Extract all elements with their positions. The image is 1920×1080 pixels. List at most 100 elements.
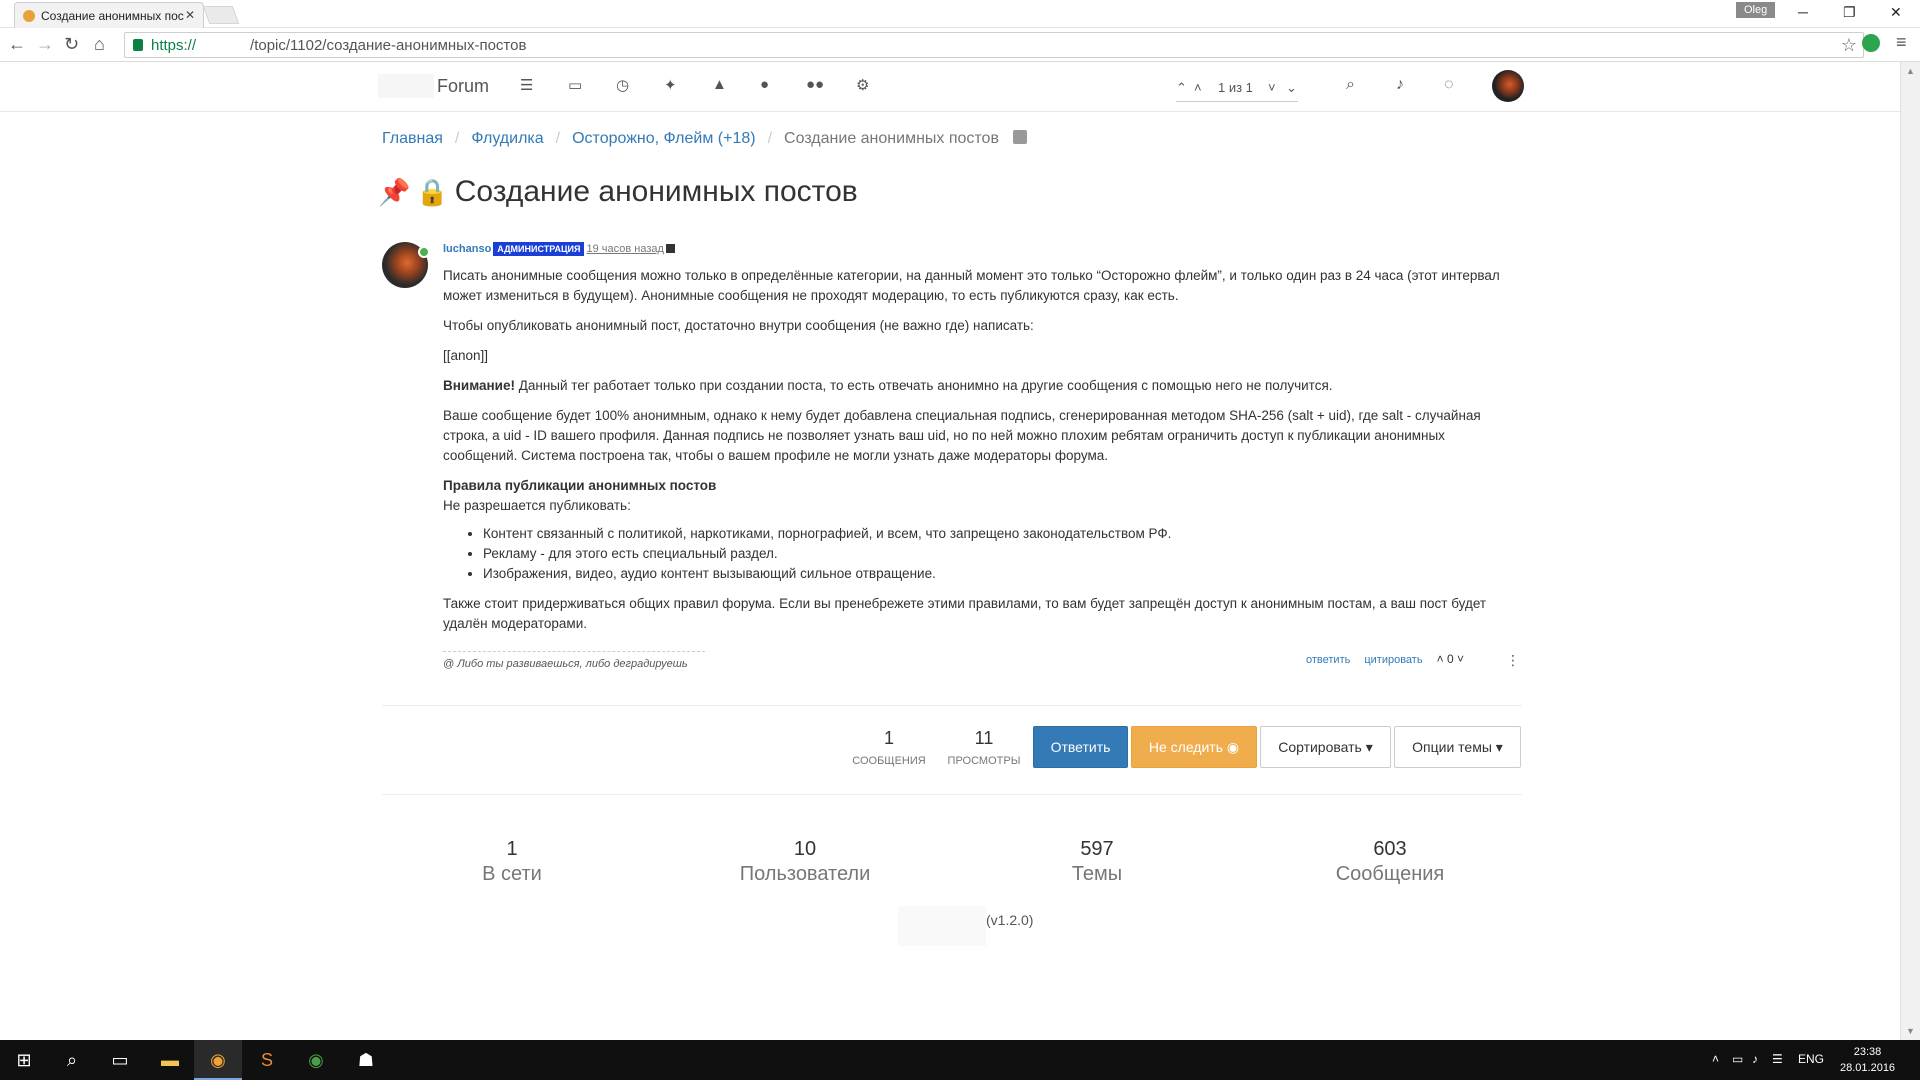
bookmark-star-icon[interactable]: ☆ (1841, 35, 1857, 56)
divider (382, 705, 1522, 706)
chrome-icon[interactable]: ◉ (292, 1040, 340, 1080)
new-tab-button[interactable] (202, 6, 240, 24)
breadcrumb: Главная / Флудилка / Осторожно, Флейм (+18) /… (382, 130, 1027, 148)
home-icon[interactable]: ⌂ (94, 34, 105, 55)
profile-chip[interactable]: Oleg (1736, 2, 1776, 18)
post-paragraph: Внимание! Данный тег работает только при… (443, 378, 1333, 393)
eye-slash-icon: ◉ (1226, 739, 1240, 755)
page-scrollbar[interactable]: ▲ ▼ (1900, 62, 1920, 1040)
quote-link[interactable]: цитировать (1364, 654, 1422, 666)
post-paragraph: Ваше сообщение будет 100% анонимным, одн… (443, 408, 1481, 463)
post-timestamp[interactable]: 19 часов назад (586, 243, 663, 255)
pager-label: 1 из 1 (1218, 80, 1253, 95)
notification-icon[interactable]: ☰ (1772, 1052, 1783, 1066)
bell-icon[interactable]: ♪ (1396, 76, 1404, 94)
search-taskbar-icon[interactable]: ⌕ (48, 1040, 96, 1080)
close-window-icon[interactable]: ✕ (1890, 4, 1902, 21)
app-icon[interactable]: ☗ (342, 1040, 390, 1080)
chrome-canary-icon[interactable]: ◉ (194, 1040, 242, 1080)
list-item: Изображения, видео, аудио контент вызыва… (483, 564, 1503, 584)
tab-title: Создание анонимных пос (41, 9, 184, 23)
forward-icon[interactable]: → (36, 34, 54, 55)
scroll-down-icon[interactable]: ▼ (1906, 1026, 1915, 1036)
posts-stat: 1 СООБЩЕНИЯ (852, 728, 926, 767)
restore-icon[interactable]: ❐ (1843, 4, 1856, 21)
lock-icon: 🔒 (416, 177, 449, 207)
users-icon[interactable]: ● (760, 76, 769, 93)
topic-pager[interactable]: ⌃ ˄ 1 из 1 ˅ ⌄ (1176, 74, 1298, 102)
breadcrumb-flame[interactable]: Осторожно, Флейм (+18) (572, 130, 755, 147)
task-view-icon[interactable]: ▭ (96, 1040, 144, 1080)
list-item: Рекламу - для этого есть специальный раз… (483, 544, 1503, 564)
secure-lock-icon (133, 39, 143, 51)
user-avatar[interactable] (1492, 70, 1524, 102)
search-icon[interactable]: ⌕ (1346, 76, 1355, 94)
chat-icon[interactable]: ◌ (1444, 76, 1454, 94)
admin-icon[interactable]: ⚙ (856, 76, 869, 94)
breadcrumb-current: Создание анонимных постов (784, 130, 999, 147)
last-page-icon[interactable]: ⌄ (1286, 80, 1297, 96)
forum-logo[interactable] (378, 74, 434, 98)
explorer-icon[interactable]: ▬ (146, 1040, 194, 1080)
volume-icon[interactable]: ♪ (1752, 1052, 1758, 1066)
extension-icon[interactable] (1862, 34, 1880, 52)
categories-icon[interactable]: ☰ (520, 76, 533, 94)
rules-title: Правила публикации анонимных постов (443, 478, 717, 493)
unread-icon[interactable]: ▭ (568, 76, 582, 94)
browser-toolbar: ← → ↻ ⌂ https:///topic/1102/создание-ано… (0, 28, 1920, 62)
recent-icon[interactable]: ◷ (616, 76, 629, 94)
tray-chevron-icon[interactable]: ˄ (1712, 1052, 1719, 1066)
groups-icon[interactable]: ●● (806, 76, 824, 93)
rules-intro: Не разрешается публиковать: (443, 498, 631, 513)
unfollow-button[interactable]: Не следить ◉ (1131, 726, 1257, 768)
vote-count: 0 (1446, 652, 1454, 666)
anon-tag: [[anon]] (443, 348, 489, 363)
start-icon[interactable]: ⊞ (0, 1040, 48, 1080)
views-stat: 11 ПРОСМОТРЫ (947, 728, 1021, 767)
powered-by-logo[interactable] (898, 906, 986, 946)
post-signature: @ Либо ты развиваешься, либо деградируеш… (443, 651, 705, 670)
popular-icon[interactable]: ▲ (712, 76, 727, 93)
browser-tab[interactable]: Создание анонимных пос ✕ (14, 2, 204, 28)
language-indicator[interactable]: ENG (1798, 1052, 1824, 1066)
next-page-icon[interactable]: ˅ (1268, 80, 1276, 95)
back-icon[interactable]: ← (8, 34, 26, 55)
reply-button[interactable]: Ответить (1033, 726, 1128, 768)
post-paragraph: Также стоит придерживаться общих правил … (443, 596, 1487, 631)
browser-menu-icon[interactable]: ≡ (1896, 32, 1907, 53)
breadcrumb-home[interactable]: Главная (382, 130, 443, 147)
version-label: (v1.2.0) (986, 912, 1034, 928)
topics-stat: 597 Темы (1071, 838, 1123, 885)
reply-link[interactable]: ответить (1306, 654, 1350, 666)
clock[interactable]: 23:38 28.01.2016 (1840, 1044, 1895, 1076)
sublime-icon[interactable]: S (243, 1040, 291, 1080)
address-bar[interactable]: https:///topic/1102/создание-анонимных-п… (124, 32, 1864, 58)
post-actions: ответить цитировать ˄ 0 ˅ (1306, 652, 1464, 666)
forum-brand[interactable]: Forum (437, 76, 489, 97)
reload-icon[interactable]: ↻ (64, 34, 79, 55)
forum-header: Forum ☰ ▭ ◷ ✦ ▲ ● ●● ⚙ ⌃ ˄ 1 из 1 ˅ ⌄ ⌕ … (0, 62, 1900, 112)
prev-page-icon[interactable]: ˄ (1194, 80, 1202, 95)
post-menu-icon[interactable]: ⋮ (1506, 652, 1520, 669)
windows-taskbar: ⊞ ⌕ ▭ ▬ ◉ S ◉ ☗ ˄ ▭ ♪ ☰ ENG 23:38 28.01.… (0, 1040, 1920, 1080)
tags-icon[interactable]: ✦ (664, 76, 677, 94)
admin-badge: АДМИНИСТРАЦИЯ (493, 242, 585, 256)
sort-button[interactable]: Сортировать ▾ (1260, 726, 1391, 768)
browser-titlebar: Создание анонимных пос ✕ Oleg ─ ❐ ✕ (0, 0, 1920, 28)
post-content: Писать анонимные сообщения можно только … (443, 266, 1503, 644)
rss-icon[interactable] (1012, 130, 1027, 144)
tab-close-icon[interactable]: ✕ (185, 8, 195, 22)
minimize-icon[interactable]: ─ (1798, 4, 1808, 20)
downvote-icon[interactable]: ˅ (1457, 652, 1464, 666)
upvote-icon[interactable]: ˄ (1437, 652, 1444, 666)
breadcrumb-flood[interactable]: Флудилка (471, 130, 543, 147)
pin-icon: 📌 (378, 177, 411, 207)
edit-icon[interactable] (665, 244, 675, 253)
network-icon[interactable]: ▭ (1732, 1052, 1743, 1066)
post-author[interactable]: luchanso (443, 243, 491, 255)
online-stat: 1 В сети (482, 838, 542, 885)
first-page-icon[interactable]: ⌃ (1176, 80, 1187, 96)
topic-title-text: Создание анонимных постов (454, 175, 858, 208)
topic-options-button[interactable]: Опции темы ▾ (1394, 726, 1521, 768)
scroll-up-icon[interactable]: ▲ (1906, 66, 1915, 76)
